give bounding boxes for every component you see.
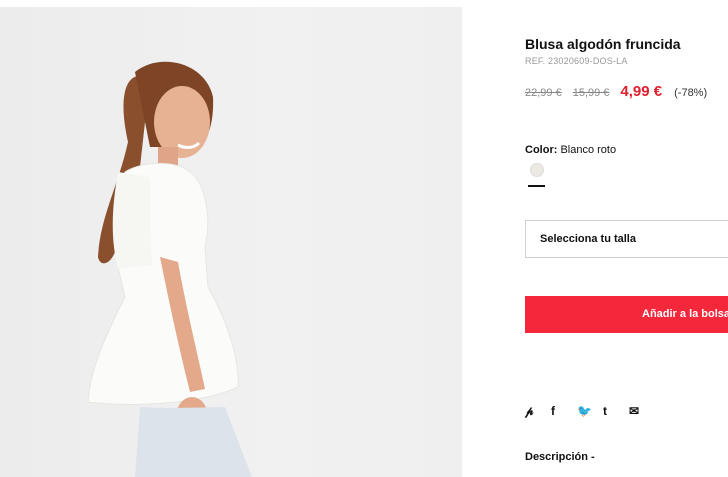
email-icon[interactable]: ✉	[629, 404, 655, 419]
discount-badge: (-78%)	[674, 87, 708, 99]
previous-price: 15,99 €	[572, 87, 610, 99]
add-to-bag-button[interactable]: Añadir a la bolsa	[525, 296, 728, 333]
selected-swatch-indicator	[528, 185, 545, 187]
pinterest-icon[interactable]: 𝓅	[525, 404, 551, 419]
product-reference: REF. 23020609-DOS-LA	[525, 56, 628, 66]
current-price: 4,99 €	[620, 83, 663, 100]
color-label: Color:	[525, 144, 558, 156]
twitter-icon[interactable]: 🐦	[577, 404, 603, 419]
size-select[interactable]: Selecciona tu talla	[525, 220, 728, 258]
price-row: 22,99 € 15,99 € 4,99 € (-78%)	[525, 83, 707, 100]
description-toggle[interactable]: Descripción -	[525, 451, 595, 463]
color-info: Color: Blanco roto	[525, 144, 616, 156]
original-price: 22,99 €	[525, 87, 562, 99]
product-image[interactable]	[0, 7, 462, 477]
facebook-icon[interactable]: f	[551, 404, 577, 419]
tumblr-icon[interactable]: t	[603, 404, 629, 419]
product-info-panel: Blusa algodón fruncida REF. 23020609-DOS…	[525, 0, 728, 477]
product-title: Blusa algodón fruncida	[525, 36, 681, 52]
color-value: Blanco roto	[560, 144, 617, 156]
social-share-bar: 𝓅 f 🐦 t ✉	[525, 404, 655, 419]
color-swatch-blanco-roto[interactable]	[530, 163, 544, 177]
